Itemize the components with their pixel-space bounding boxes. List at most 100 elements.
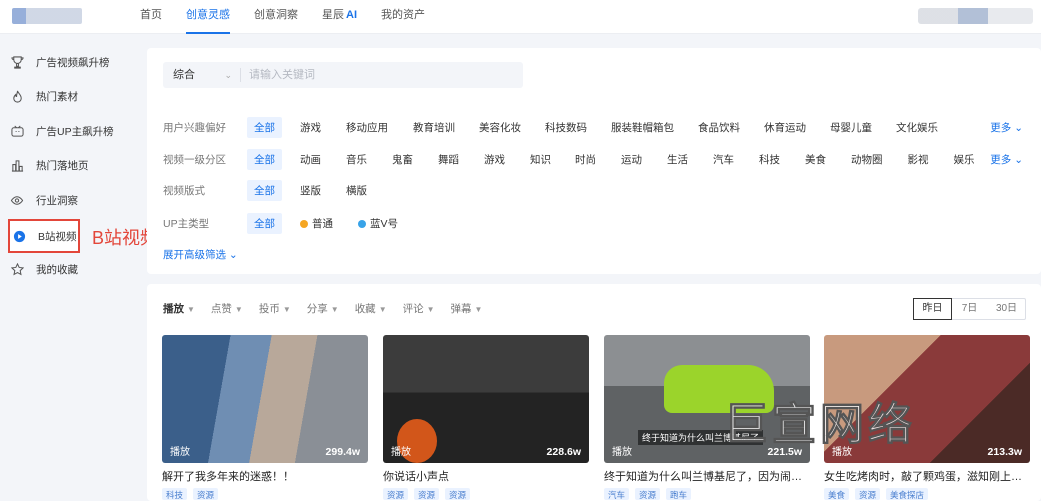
blue-v-icon <box>358 219 366 228</box>
search-type-value: 综合 <box>173 69 195 81</box>
sort-plays[interactable]: 播放 ▼ <box>163 301 195 316</box>
video-title[interactable]: 终于知道为什么叫兰博基尼了，因为闹呀就... <box>604 468 810 484</box>
caret-down-icon: ▼ <box>282 305 291 314</box>
filter-option[interactable]: 科技数码 <box>545 120 587 135</box>
sort-label: 弹幕 <box>450 303 472 315</box>
sidebar-item-my-favorites[interactable]: 我的收藏 <box>8 254 134 284</box>
more-label: 更多 <box>990 153 1012 166</box>
video-tags: 汽车 资源 跑车 <box>604 488 810 500</box>
filter-option[interactable]: 竖版 <box>300 183 321 198</box>
sort-likes[interactable]: 点赞 ▼ <box>211 301 243 316</box>
filter-more-button[interactable]: 更多 ⌄ <box>990 120 1023 135</box>
sidebar-item-hot-landing-pages[interactable]: 热门落地页 <box>8 150 134 180</box>
filter-option[interactable]: 知识 <box>530 152 551 167</box>
sidebar-item-label: B站视频 <box>38 230 77 243</box>
filter-option-all[interactable]: 全部 <box>247 148 282 170</box>
chevron-down-icon: ⌄ <box>1014 121 1023 134</box>
video-title[interactable]: 你说话小声点 <box>383 468 589 484</box>
nav-creative-inspiration[interactable]: 创意灵感 <box>174 0 242 34</box>
nav-creative-inspiration-label: 创意灵感 <box>186 9 230 21</box>
filter-option[interactable]: 游戏 <box>484 152 505 167</box>
filter-option[interactable]: 舞蹈 <box>438 152 459 167</box>
filter-option[interactable]: 鬼畜 <box>392 152 413 167</box>
video-card[interactable]: 播放 228.6w 你说话小声点 资源 资源 资源 <box>383 335 589 500</box>
video-thumbnail[interactable]: 播放 299.4w <box>162 335 368 463</box>
filter-option[interactable]: 移动应用 <box>346 120 388 135</box>
filter-option[interactable]: 文化娱乐 <box>896 120 938 135</box>
video-tag: 资源 <box>383 488 409 500</box>
filter-option[interactable]: 科技 <box>759 152 780 167</box>
sidebar-item-label: 我的收藏 <box>36 263 78 276</box>
period-7-days[interactable]: 7日 <box>951 299 988 319</box>
expand-advanced-filters[interactable]: 展开高级筛选 ⌄ <box>163 247 238 262</box>
filter-option-blue-v[interactable]: 蓝V号 <box>358 216 398 231</box>
filter-option[interactable]: 影视 <box>908 152 929 167</box>
filter-option[interactable]: 教育培训 <box>413 120 455 135</box>
filter-option[interactable]: 娱乐 <box>954 152 975 167</box>
sort-favorites[interactable]: 收藏 ▼ <box>355 301 387 316</box>
video-tag: 资源 <box>414 488 440 500</box>
filter-option[interactable]: 运动 <box>621 152 642 167</box>
sidebar-item-industry-insight[interactable]: 行业洞察 <box>8 185 134 215</box>
video-title[interactable]: 女生吃烤肉时，敲了颗鸡蛋，滋知刚上烤盘... <box>824 468 1030 484</box>
sort-label: 收藏 <box>354 303 376 315</box>
filter-option[interactable]: 美容化妆 <box>479 120 521 135</box>
sort-shares[interactable]: 分享 ▼ <box>307 301 339 316</box>
nav-xingchen-label: 星辰 <box>322 9 344 21</box>
video-thumbnail[interactable]: 播放 228.6w <box>383 335 589 463</box>
filter-option-all[interactable]: 全部 <box>247 212 282 234</box>
nav-xingchen-ai[interactable]: 星辰 AI <box>310 0 369 34</box>
video-title[interactable]: 解开了我多年来的迷惑！！ <box>162 468 368 484</box>
filter-option-all[interactable]: 全部 <box>247 116 282 138</box>
filter-option[interactable]: 时尚 <box>575 152 596 167</box>
sidebar-item-ad-up-rising[interactable]: 广告UP主飙升榜 <box>8 116 134 146</box>
advanced-label: 展开高级筛选 <box>163 249 226 261</box>
sidebar-item-bilibili-video[interactable]: B站视频 <box>8 219 80 253</box>
watermark: 巨宣网络 <box>724 400 916 450</box>
filter-row-video-category: 视频一级分区 全部 动画 音乐 鬼畜 舞蹈 游戏 知识 时尚 运动 生活 汽车 … <box>163 148 1033 170</box>
sidebar-item-ad-video-rising[interactable]: 广告视频飙升榜 <box>8 47 134 77</box>
filter-option[interactable]: 动物圈 <box>851 152 883 167</box>
nav-home[interactable]: 首页 <box>128 0 174 34</box>
main-nav: 首页 创意灵感 创意洞察 星辰 AI 我的资产 <box>128 0 437 34</box>
filter-option[interactable]: 休育运动 <box>764 120 806 135</box>
play-count: 299.4w <box>325 446 360 458</box>
filter-option[interactable]: 汽车 <box>713 152 734 167</box>
filter-option[interactable]: 动画 <box>300 152 321 167</box>
search-type-select[interactable]: 综合 ⌄ <box>163 68 241 82</box>
filter-option[interactable]: 食品饮料 <box>698 120 740 135</box>
sidebar-item-hot-materials[interactable]: 热门素材 <box>8 81 134 111</box>
sidebar: 广告视频飙升榜 热门素材 广告UP主飙升榜 热门落地页 行业洞察 B站视频 我的… <box>0 40 140 501</box>
more-label: 更多 <box>990 121 1012 134</box>
filter-option-all[interactable]: 全部 <box>247 179 282 201</box>
filter-option[interactable]: 生活 <box>667 152 688 167</box>
user-account-area[interactable] <box>918 8 1033 24</box>
filter-more-button[interactable]: 更多 ⌄ <box>990 152 1023 167</box>
period-switch: 昨日 7日 30日 <box>913 298 1026 320</box>
sort-coins[interactable]: 投币 ▼ <box>259 301 291 316</box>
video-tag: 美食 <box>824 488 850 500</box>
filter-option[interactable]: 服装鞋帽箱包 <box>611 120 674 135</box>
video-tag: 资源 <box>445 488 471 500</box>
sidebar-item-label: 广告视频飙升榜 <box>36 56 110 69</box>
period-yesterday[interactable]: 昨日 <box>913 298 952 320</box>
tv-icon <box>10 124 24 138</box>
nav-home-label: 首页 <box>140 9 162 21</box>
filter-option[interactable]: 美食 <box>805 152 826 167</box>
logo[interactable] <box>12 8 82 24</box>
filter-option[interactable]: 游戏 <box>300 120 321 135</box>
video-card[interactable]: 播放 299.4w 解开了我多年来的迷惑！！ 科技 资源 <box>162 335 368 500</box>
filter-option-normal[interactable]: 普通 <box>300 216 333 231</box>
sort-danmaku[interactable]: 弹幕 ▼ <box>451 301 483 316</box>
caret-down-icon: ▼ <box>234 305 243 314</box>
nav-creative-insight[interactable]: 创意洞察 <box>242 0 310 34</box>
nav-my-assets[interactable]: 我的资产 <box>369 0 437 34</box>
filter-option[interactable]: 横版 <box>346 183 367 198</box>
sort-comments[interactable]: 评论 ▼ <box>403 301 435 316</box>
filter-label: UP主类型 <box>163 217 210 230</box>
filter-option[interactable]: 母婴儿童 <box>830 120 872 135</box>
filter-option[interactable]: 音乐 <box>346 152 367 167</box>
period-30-days[interactable]: 30日 <box>988 299 1025 319</box>
caret-down-icon: ▼ <box>378 305 387 314</box>
search-input[interactable] <box>241 62 511 88</box>
